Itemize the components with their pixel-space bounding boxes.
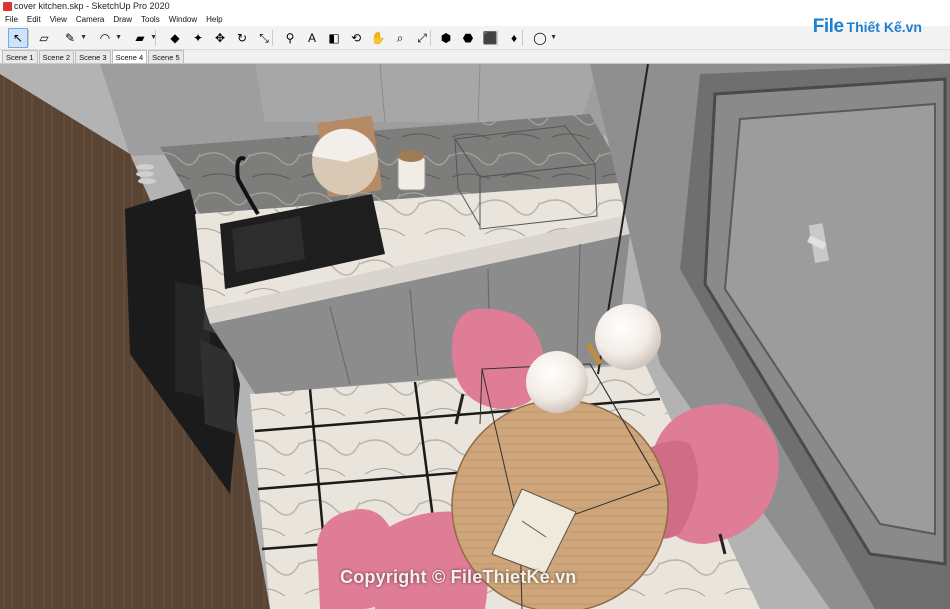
- paint-bucket-tool[interactable]: ◧: [324, 28, 344, 48]
- shapes-icon: ▰: [135, 31, 145, 45]
- scene-tab-4[interactable]: Scene 4: [111, 50, 148, 63]
- orbit-tool[interactable]: ⟲: [346, 28, 366, 48]
- extension-warehouse-tool[interactable]: ⬣: [458, 28, 478, 48]
- title-bar: cover kitchen.skp - SketchUp Pro 2020: [0, 0, 950, 13]
- scale-icon: ⤡: [259, 30, 269, 45]
- line-icon: ✎: [64, 31, 76, 45]
- menu-window[interactable]: Window: [164, 13, 201, 26]
- select-icon: ↖: [12, 31, 24, 45]
- toolbar-separator: [155, 30, 156, 46]
- orbit-icon: ⟲: [350, 31, 362, 45]
- extension-manager-icon: ♦: [510, 31, 518, 45]
- menu-help[interactable]: Help: [201, 13, 226, 26]
- toolbar-separator: [497, 30, 498, 46]
- menu-edit[interactable]: Edit: [22, 13, 45, 26]
- logo-brand-text: Thiết Kế.vn: [846, 19, 922, 35]
- account-icon: ◯: [533, 31, 547, 45]
- paint-bucket-icon: ◧: [328, 31, 340, 45]
- extension-manager-tool[interactable]: ♦: [504, 28, 524, 48]
- follow-me-tool[interactable]: ✦: [188, 28, 208, 48]
- copyright-watermark: Copyright © FileThietKe.vn: [340, 567, 577, 587]
- eraser-tool[interactable]: ▱: [34, 28, 54, 48]
- extension-warehouse-icon: ⬣: [462, 31, 474, 45]
- line-tool[interactable]: ✎ ▼: [60, 28, 87, 48]
- select-tool[interactable]: ↖: [8, 28, 28, 48]
- push-pull-tool[interactable]: ◆: [165, 28, 185, 48]
- main-toolbar: ↖ ▱ ✎ ▼ ◠ ▼ ▰ ▼ ◆ ✦ ✥ ↻ ⤡ ⚲ A ◧ ⟲ ✋ ⌕ ⤢ ⬢ ⬣ ⬛ ♦ ◯ ▼: [0, 26, 950, 50]
- tape-measure-icon: ⚲: [285, 31, 295, 45]
- warehouse-icon: ⬢: [440, 31, 452, 45]
- scene-tabs: Scene 1 Scene 2 Scene 3 Scene 4 Scene 5: [0, 50, 950, 64]
- filethietke-logo: File Thiết Kế.vn: [813, 14, 922, 40]
- zoom-extents-tool[interactable]: ⤢: [412, 28, 432, 48]
- scale-tool[interactable]: ⤡: [254, 28, 274, 48]
- toolbar-separator: [430, 30, 431, 46]
- text-tool[interactable]: A: [302, 28, 322, 48]
- tape-measure-tool[interactable]: ⚲: [280, 28, 300, 48]
- menu-view[interactable]: View: [45, 13, 71, 26]
- pan-icon: ✋: [370, 31, 386, 45]
- chevron-down-icon[interactable]: ▼: [80, 34, 87, 41]
- zoom-icon: ⌕: [396, 30, 404, 45]
- push-pull-icon: ◆: [170, 31, 180, 45]
- toolbar-separator: [522, 30, 523, 46]
- arc-icon: ◠: [99, 31, 111, 45]
- 3d-viewport[interactable]: [0, 64, 950, 609]
- rotate-icon: ↻: [236, 31, 248, 45]
- pan-tool[interactable]: ✋: [368, 28, 388, 48]
- toolbar-separator: [28, 30, 29, 46]
- window-title: cover kitchen.skp - SketchUp Pro 2020: [14, 1, 170, 11]
- layout-send-icon: ⬛: [482, 31, 498, 45]
- toolbar-separator: [272, 30, 273, 46]
- logo-file-text: File: [812, 16, 844, 37]
- move-tool[interactable]: ✥: [210, 28, 230, 48]
- shapes-tool[interactable]: ▰ ▼: [130, 28, 157, 48]
- arc-tool[interactable]: ◠ ▼: [95, 28, 122, 48]
- menu-tools[interactable]: Tools: [136, 13, 164, 26]
- scene-tab-1[interactable]: Scene 1: [2, 50, 38, 63]
- eraser-icon: ▱: [39, 31, 49, 45]
- sketchup-app-icon: [3, 2, 12, 11]
- scene-tab-5[interactable]: Scene 5: [148, 50, 184, 63]
- zoom-tool[interactable]: ⌕: [390, 28, 410, 48]
- rotate-tool[interactable]: ↻: [232, 28, 252, 48]
- chevron-down-icon[interactable]: ▼: [115, 34, 122, 41]
- follow-me-icon: ✦: [192, 31, 204, 45]
- menu-bar: File Edit View Camera Draw Tools Window Help: [0, 13, 950, 26]
- warehouse-tool[interactable]: ⬢: [436, 28, 456, 48]
- move-icon: ✥: [214, 31, 226, 45]
- text-icon: A: [307, 31, 316, 45]
- scene-tab-3[interactable]: Scene 3: [75, 50, 111, 63]
- account-tool[interactable]: ◯ ▼: [530, 28, 557, 48]
- kitchen-model-render: [0, 64, 950, 609]
- zoom-extents-icon: ⤢: [417, 30, 427, 45]
- chevron-down-icon[interactable]: ▼: [550, 34, 557, 41]
- menu-draw[interactable]: Draw: [108, 13, 136, 26]
- menu-file[interactable]: File: [0, 13, 22, 26]
- scene-tab-2[interactable]: Scene 2: [38, 50, 75, 63]
- menu-camera[interactable]: Camera: [71, 13, 108, 26]
